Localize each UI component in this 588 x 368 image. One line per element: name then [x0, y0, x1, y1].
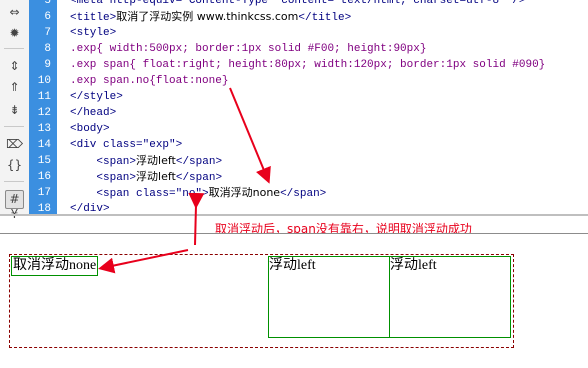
annotation-arrows: [98, 87, 271, 274]
arrow-to-splitter: [188, 192, 205, 246]
arrow-to-preview-span: [98, 249, 189, 274]
arrow-to-code: [229, 87, 271, 184]
